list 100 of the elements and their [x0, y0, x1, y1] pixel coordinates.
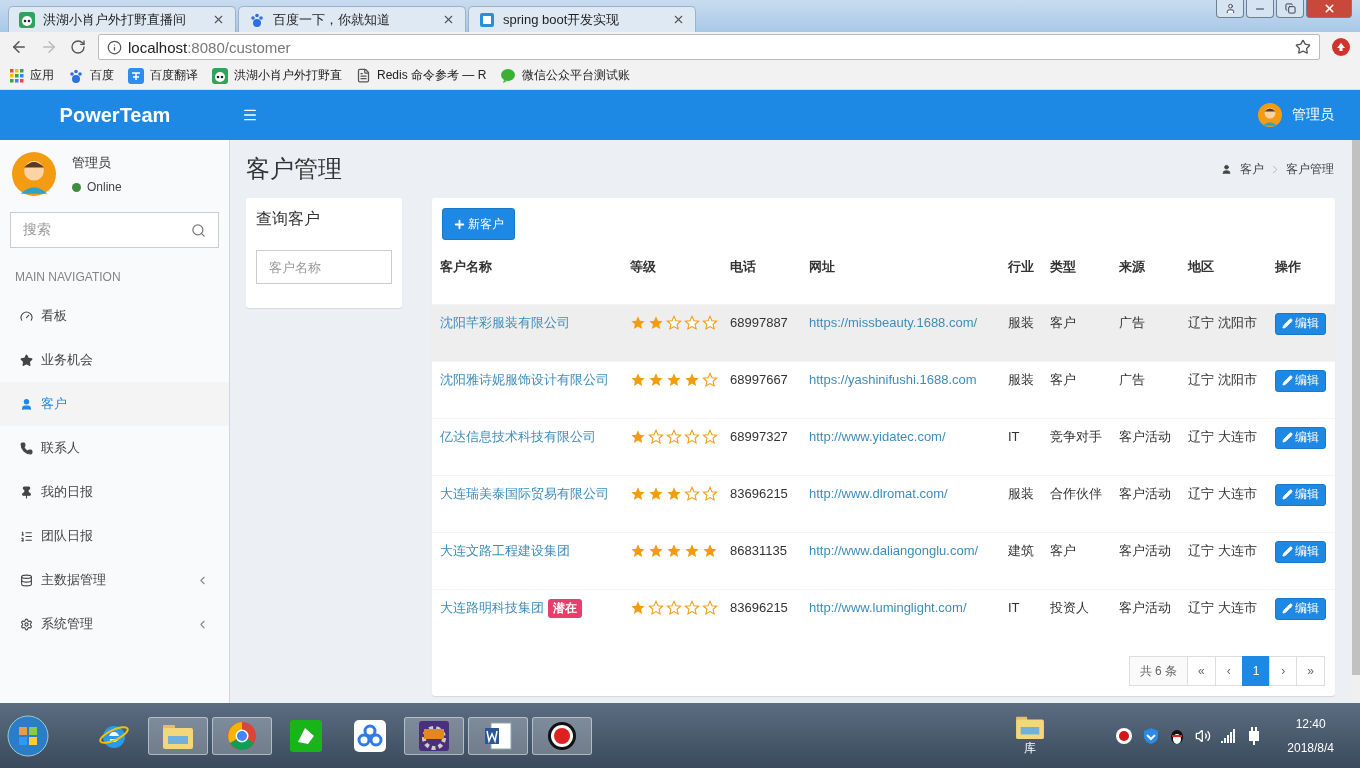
type-cell: 客户 — [1042, 304, 1111, 361]
star-icon — [20, 353, 33, 367]
customer-link[interactable]: 沈阳雅诗妮服饰设计有限公司 — [440, 371, 609, 387]
star-icon — [702, 428, 718, 445]
customer-link[interactable]: 大连文路工程建设集团 — [440, 542, 570, 558]
star-icon — [702, 314, 718, 331]
minimize-button[interactable] — [1246, 0, 1274, 18]
close-button[interactable] — [1306, 0, 1352, 18]
star-icon — [630, 542, 646, 559]
nav-item[interactable]: 联系人 — [0, 426, 229, 470]
settings-icon — [20, 617, 33, 631]
nav-item[interactable]: 主数据管理 — [0, 558, 229, 602]
close-icon[interactable] — [212, 13, 225, 26]
nav-item[interactable]: 系统管理 — [0, 602, 229, 646]
page-button[interactable]: ‹ — [1214, 656, 1243, 686]
signal-icon[interactable] — [1221, 728, 1238, 743]
nav-item[interactable]: 业务机会 — [0, 338, 229, 382]
phone-cell: 83696215 — [722, 589, 801, 646]
region-cell: 辽宁 大连市 — [1180, 589, 1267, 646]
region-cell: 辽宁 大连市 — [1180, 475, 1267, 532]
address-bar[interactable]: localhost:8080/customer — [98, 34, 1320, 60]
bookmark[interactable]: 百度 — [68, 67, 114, 84]
star-icon — [684, 599, 700, 616]
bookmark[interactable]: Redis 命令参考 — R — [356, 67, 487, 84]
taskbar-app[interactable] — [532, 716, 592, 755]
edit-button[interactable]: 编辑 — [1275, 597, 1326, 620]
taskbar-app[interactable] — [404, 716, 464, 755]
source-cell: 客户活动 — [1111, 589, 1180, 646]
pencil-icon — [1282, 603, 1293, 614]
url-link[interactable]: http://www.luminglight.com/ — [809, 599, 967, 615]
customer-link[interactable]: 沈阳芊彩服装有限公司 — [440, 314, 570, 330]
type-cell: 投资人 — [1042, 589, 1111, 646]
info-icon[interactable] — [107, 39, 122, 55]
edit-button[interactable]: 编辑 — [1275, 540, 1326, 563]
volume-icon[interactable] — [1195, 727, 1212, 744]
new-customer-button[interactable]: 新客户 — [442, 208, 515, 240]
back-icon[interactable] — [10, 38, 28, 56]
customer-link[interactable]: 大连瑞美泰国际贸易有限公司 — [440, 485, 609, 501]
region-cell: 辽宁 沈阳市 — [1180, 304, 1267, 361]
url-link[interactable]: http://www.daliangonglu.com/ — [809, 542, 979, 558]
user-menu[interactable]: 管理员 — [1258, 103, 1334, 127]
user-avatar — [12, 152, 56, 196]
status-tag: 潜在 — [548, 598, 582, 618]
taskbar-app[interactable] — [468, 716, 528, 755]
profile-button[interactable] — [1216, 0, 1244, 18]
nav-item[interactable]: 我的日报 — [0, 470, 229, 514]
customer-link[interactable]: 亿达信息技术科技有限公司 — [440, 428, 596, 444]
edit-button[interactable]: 编辑 — [1275, 369, 1326, 392]
bookmark[interactable]: 微信公众平台测试账 — [500, 67, 631, 84]
column-header: 操作 — [1267, 248, 1335, 304]
library-shortcut[interactable]: 库 — [1015, 714, 1046, 757]
url-link[interactable]: https://missbeauty.1688.com/ — [809, 314, 978, 330]
menu-icon[interactable] — [242, 107, 258, 123]
bookmark[interactable]: 百度翻译 — [128, 67, 198, 84]
star-icon — [684, 371, 700, 388]
pencil-icon — [1282, 432, 1293, 443]
browser-tab[interactable]: 洪湖小肖户外打野直播间 — [8, 6, 236, 32]
close-icon[interactable] — [442, 13, 455, 26]
upload-icon[interactable] — [1332, 38, 1350, 56]
edit-button[interactable]: 编辑 — [1275, 483, 1326, 506]
star-icon — [648, 314, 664, 331]
nav-item[interactable]: 客户 — [0, 382, 229, 426]
reload-icon[interactable] — [70, 39, 86, 55]
record-tray-icon[interactable] — [1115, 726, 1134, 745]
page-button[interactable]: » — [1296, 656, 1325, 686]
url-link[interactable]: http://www.yidatec.com/ — [809, 428, 946, 444]
shield-icon[interactable] — [1143, 726, 1160, 745]
breadcrumb-item: 客户管理 — [1286, 160, 1334, 178]
phone-cell: 68997887 — [722, 304, 801, 361]
customer-link[interactable]: 大连路明科技集团 — [440, 599, 544, 615]
clock[interactable]: 12:40 2018/8/4 — [1271, 716, 1354, 755]
page-button[interactable]: « — [1186, 656, 1216, 686]
page-button[interactable]: › — [1269, 656, 1298, 686]
edit-button[interactable]: 编辑 — [1275, 312, 1326, 335]
star-icon — [648, 428, 664, 445]
scrollbar[interactable] — [1352, 140, 1360, 703]
browser-tab[interactable]: 百度一下，你就知道 — [238, 6, 466, 32]
brand-logo[interactable]: PowerTeam — [0, 103, 230, 127]
restore-button[interactable] — [1276, 0, 1304, 18]
type-cell: 合作伙伴 — [1042, 475, 1111, 532]
nav-item[interactable]: 团队日报 — [0, 514, 229, 558]
apps-grid-icon[interactable] — [10, 68, 24, 83]
breadcrumb-item[interactable]: 客户 — [1240, 160, 1264, 178]
section-header: MAIN NAVIGATION — [14, 269, 122, 286]
browser-tab[interactable]: spring boot开发实现 — [468, 6, 696, 32]
nav-item[interactable]: 看板 — [0, 294, 229, 338]
url-link[interactable]: http://www.dlromat.com/ — [809, 485, 948, 501]
power-plug-icon[interactable] — [1247, 726, 1262, 745]
name-input-field[interactable]: 客户名称 — [256, 250, 392, 284]
bookmark[interactable]: 应用 — [10, 67, 54, 84]
bookmark-star-icon[interactable] — [1295, 39, 1311, 55]
start-button[interactable] — [6, 713, 50, 758]
star-icon — [648, 599, 664, 616]
url-link[interactable]: https://yashinifushi.1688.com — [809, 371, 977, 387]
column-header: 地区 — [1180, 248, 1267, 304]
record-icon — [547, 720, 577, 751]
edit-button[interactable]: 编辑 — [1275, 426, 1326, 449]
search-icon[interactable] — [191, 222, 206, 238]
close-icon[interactable] — [672, 13, 685, 26]
bookmark[interactable]: 洪湖小肖户外打野直 — [212, 67, 342, 84]
